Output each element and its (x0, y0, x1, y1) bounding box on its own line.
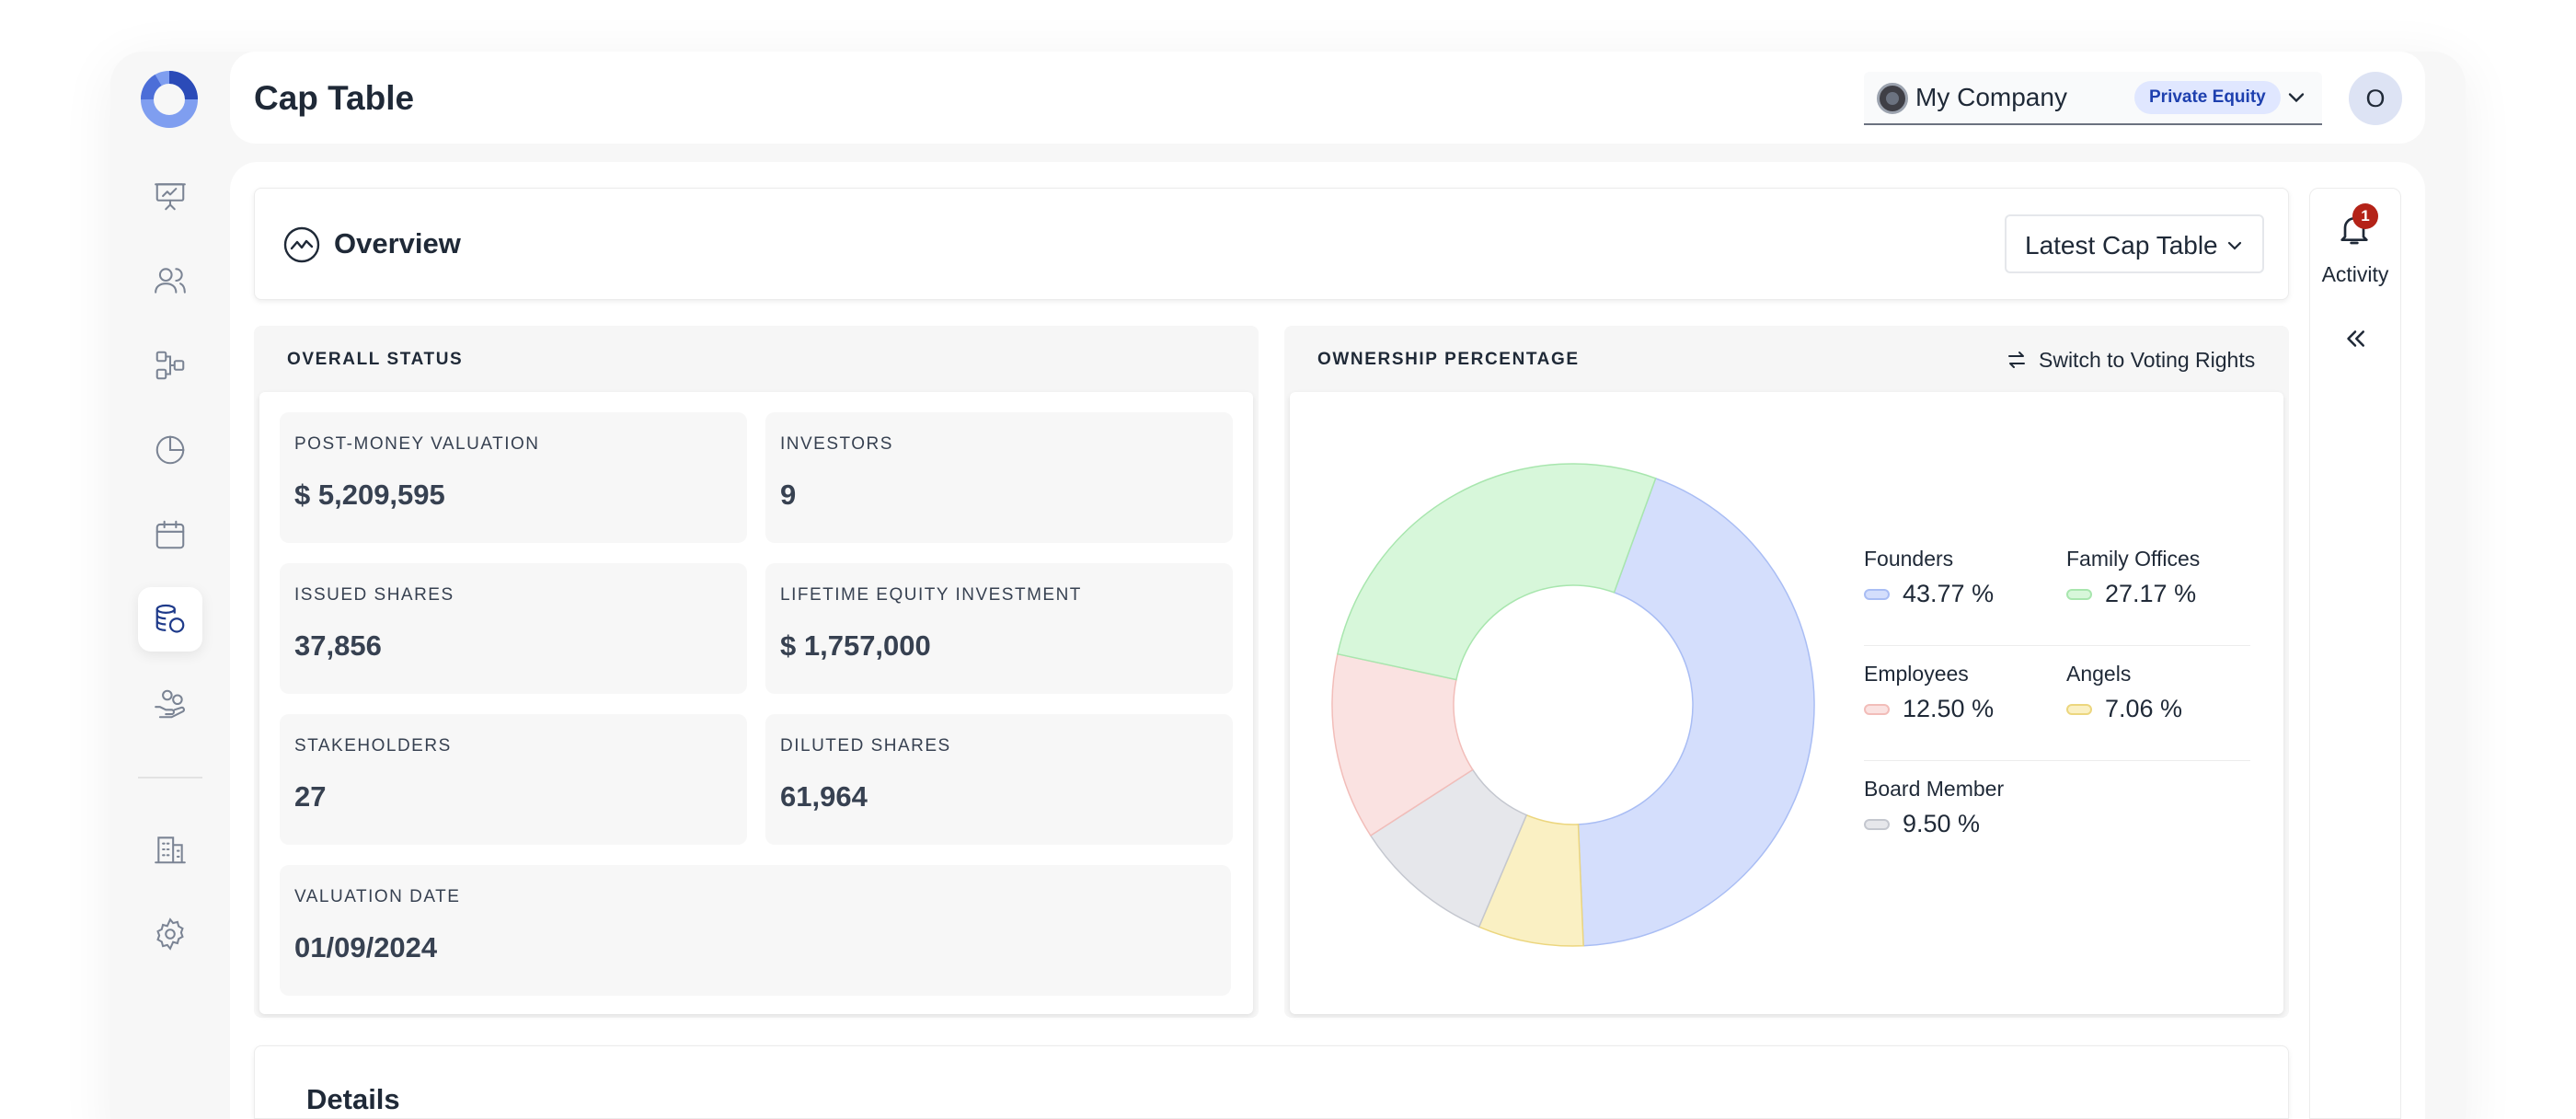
legend-label: Founders (1864, 547, 1954, 571)
stat-issued-shares: ISSUED SHARES 37,856 (280, 563, 747, 694)
details-card: Details (254, 1045, 2289, 1119)
legend-swatch (1864, 819, 1890, 830)
company-selector[interactable]: My Company Private Equity (1864, 72, 2322, 125)
switch-to-voting-rights-button[interactable]: Switch to Voting Rights (2006, 344, 2255, 375)
sidebar-item-calendar[interactable] (138, 502, 202, 567)
stat-label: STAKEHOLDERS (294, 736, 452, 756)
legend-label: Board Member (1864, 777, 2005, 801)
chevron-down-icon (2227, 241, 2242, 250)
legend-label: Employees (1864, 662, 1969, 686)
legend-divider (1864, 760, 2250, 761)
legend-swatch (1864, 704, 1890, 715)
stat-post-money-valuation: POST-MONEY VALUATION $ 5,209,595 (280, 412, 747, 543)
legend-value: 7.06 % (2105, 695, 2183, 722)
legend-divider (1864, 645, 2250, 646)
legend-value: 43.77 % (1903, 580, 1995, 607)
overview-card: Overview Latest Cap Table (254, 188, 2289, 300)
gear-icon (156, 917, 184, 951)
sidebar-item-presentation[interactable] (138, 164, 202, 228)
calendar-icon (155, 520, 185, 549)
legend-swatch (2066, 589, 2092, 600)
sidebar-item-stakeholders[interactable] (138, 248, 202, 313)
details-title: Details (306, 1083, 400, 1115)
stat-label: DILUTED SHARES (780, 736, 951, 756)
legend-item-founders: Founders 43.77 % (1864, 547, 2057, 629)
presentation-icon (155, 183, 186, 211)
flowchart-icon (155, 351, 185, 380)
legend-value: 27.17 % (2105, 580, 2197, 607)
stat-label: POST-MONEY VALUATION (294, 434, 540, 454)
sidebar-item-flow[interactable] (138, 333, 202, 398)
avatar[interactable]: O (2349, 72, 2402, 125)
legend-label: Family Offices (2066, 547, 2201, 571)
activity-label[interactable]: Activity (2310, 262, 2400, 287)
chevron-down-icon (2288, 93, 2305, 103)
legend-item-family-offices: Family Offices 27.17 % (2066, 547, 2260, 629)
legend-item-employees: Employees 12.50 % (1864, 662, 2057, 744)
trend-circle-icon (283, 226, 320, 263)
company-name: My Company (1915, 83, 2067, 111)
company-logo-icon (1877, 83, 1908, 114)
stat-value: 27 (294, 780, 327, 813)
company-type-badge: Private Equity (2134, 81, 2281, 114)
overall-status-heading: OVERALL STATUS (287, 350, 464, 369)
stat-diluted-shares: DILUTED SHARES 61,964 (765, 714, 1233, 845)
legend-value: 9.50 % (1903, 810, 1981, 837)
activity-panel: 1 Activity (2309, 188, 2401, 1119)
legend-item-board-member: Board Member 9.50 % (1864, 777, 2057, 859)
top-header: Cap Table My Company Private Equity O (230, 52, 2425, 144)
building-icon (155, 836, 186, 864)
stat-lifetime-equity-investment: LIFETIME EQUITY INVESTMENT $ 1,757,000 (765, 563, 1233, 694)
logo-icon[interactable] (140, 70, 199, 129)
sidebar-item-cap-table[interactable] (138, 587, 202, 652)
legend-swatch (2066, 704, 2092, 715)
donut-slice-family-offices[interactable] (1337, 463, 1657, 681)
overall-status-grid: POST-MONEY VALUATION $ 5,209,595 INVESTO… (259, 392, 1253, 1014)
stat-value: 01/09/2024 (294, 931, 438, 963)
users-icon (155, 268, 186, 294)
sidebar-item-investments[interactable] (138, 672, 202, 736)
stat-label: VALUATION DATE (294, 887, 461, 906)
overview-title: Overview (334, 227, 461, 260)
stat-value: 9 (780, 479, 797, 511)
sidebar-item-company[interactable] (138, 817, 202, 882)
legend-item-angels: Angels 7.06 % (2066, 662, 2260, 744)
pie-chart-icon (155, 435, 185, 465)
stat-value: 61,964 (780, 780, 868, 813)
cap-table-version-select[interactable]: Latest Cap Table (2005, 214, 2264, 273)
collapse-panel-icon[interactable] (2341, 325, 2369, 352)
legend-label: Angels (2066, 662, 2132, 686)
switch-label: Switch to Voting Rights (2039, 347, 2256, 372)
legend-value: 12.50 % (1903, 695, 1995, 722)
stat-value: 37,856 (294, 629, 382, 662)
legend-swatch (1864, 589, 1890, 600)
activity-count-badge: 1 (2352, 203, 2378, 229)
stat-stakeholders: STAKEHOLDERS 27 (280, 714, 747, 845)
sidebar (110, 52, 228, 1119)
sidebar-item-settings[interactable] (138, 902, 202, 966)
stat-investors: INVESTORS 9 (765, 412, 1233, 543)
cap-table-version-value: Latest Cap Table (2025, 231, 2218, 260)
hand-coins-icon (155, 689, 185, 719)
stat-value: $ 5,209,595 (294, 479, 445, 511)
ownership-heading: OWNERSHIP PERCENTAGE (1317, 350, 1580, 369)
page-title: Cap Table (254, 79, 415, 117)
sidebar-item-ownership[interactable] (138, 418, 202, 482)
swap-arrows-icon (2008, 352, 2025, 368)
stat-valuation-date: VALUATION DATE 01/09/2024 (280, 865, 1231, 996)
coins-icon (155, 604, 185, 633)
stat-label: ISSUED SHARES (294, 585, 454, 605)
ownership-donut-chart (1331, 463, 1815, 947)
stat-label: LIFETIME EQUITY INVESTMENT (780, 585, 1082, 605)
stat-value: $ 1,757,000 (780, 629, 931, 662)
stat-label: INVESTORS (780, 434, 893, 454)
sidebar-divider (138, 777, 202, 779)
